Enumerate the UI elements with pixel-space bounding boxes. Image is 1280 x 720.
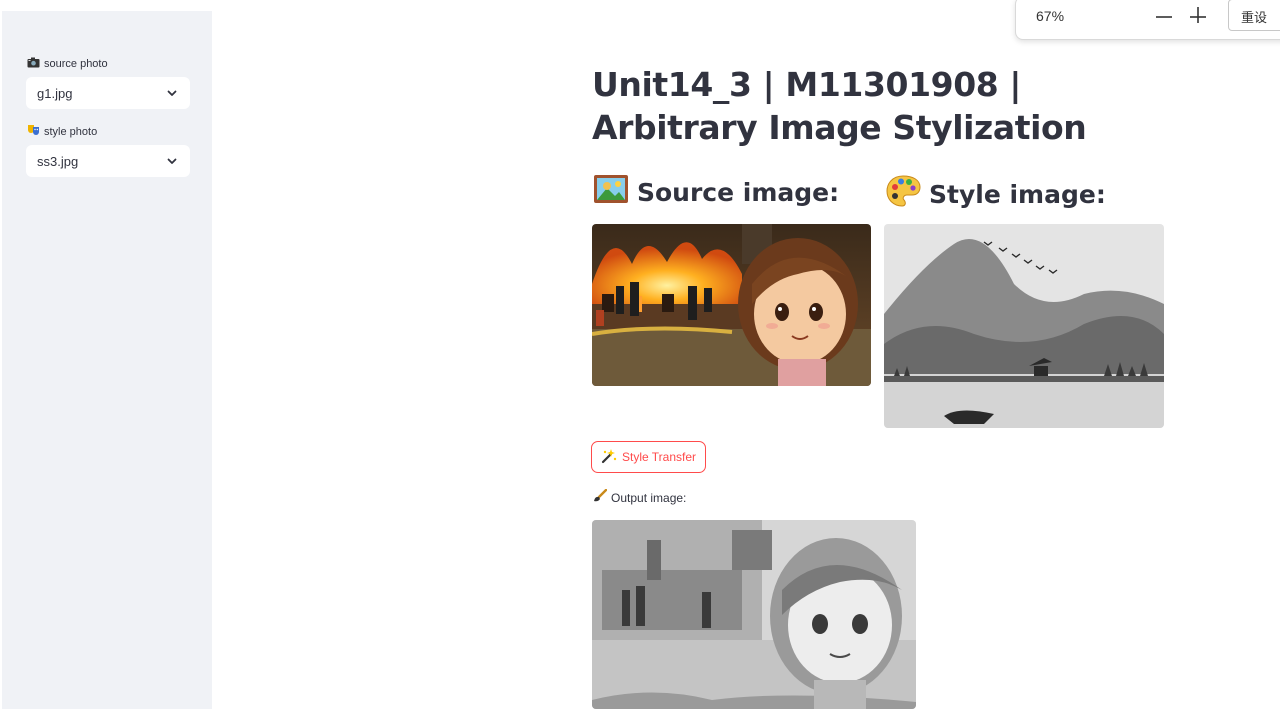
style-transfer-button[interactable]: Style Transfer (591, 441, 706, 473)
zoom-out-icon[interactable] (1152, 3, 1176, 23)
paintbrush-icon (592, 488, 608, 506)
output-image-label: Output image: (592, 488, 686, 506)
output-image (592, 520, 916, 709)
source-image (592, 224, 871, 386)
chevron-down-icon (167, 90, 177, 96)
zoom-in-icon[interactable] (1186, 3, 1210, 23)
zoom-popup: 67% 重设 (1015, 0, 1280, 40)
sidebar: source photo g1.jpg style photo ss3.jpg (2, 11, 212, 709)
palette-icon (886, 174, 921, 214)
zoom-reset-button[interactable]: 重设 (1228, 0, 1280, 31)
camera-icon (27, 57, 40, 71)
zoom-level: 67% (1036, 8, 1065, 24)
style-photo-value: ss3.jpg (37, 153, 79, 169)
page-title: Unit14_3 | M11301908 | Arbitrary Image S… (592, 65, 1087, 147)
chevron-down-icon (167, 158, 177, 164)
sparkle-wand-icon (601, 448, 617, 467)
source-photo-label: source photo (27, 57, 108, 71)
style-photo-select[interactable]: ss3.jpg (26, 145, 190, 177)
framed-picture-icon (593, 174, 629, 210)
source-photo-value: g1.jpg (37, 85, 73, 101)
style-photo-label: style photo (27, 124, 97, 140)
source-photo-select[interactable]: g1.jpg (26, 77, 190, 109)
style-image-heading: Style image: (886, 174, 1106, 214)
art-mask-icon (27, 124, 40, 140)
source-image-heading: Source image: (593, 174, 839, 210)
style-image (884, 224, 1164, 428)
